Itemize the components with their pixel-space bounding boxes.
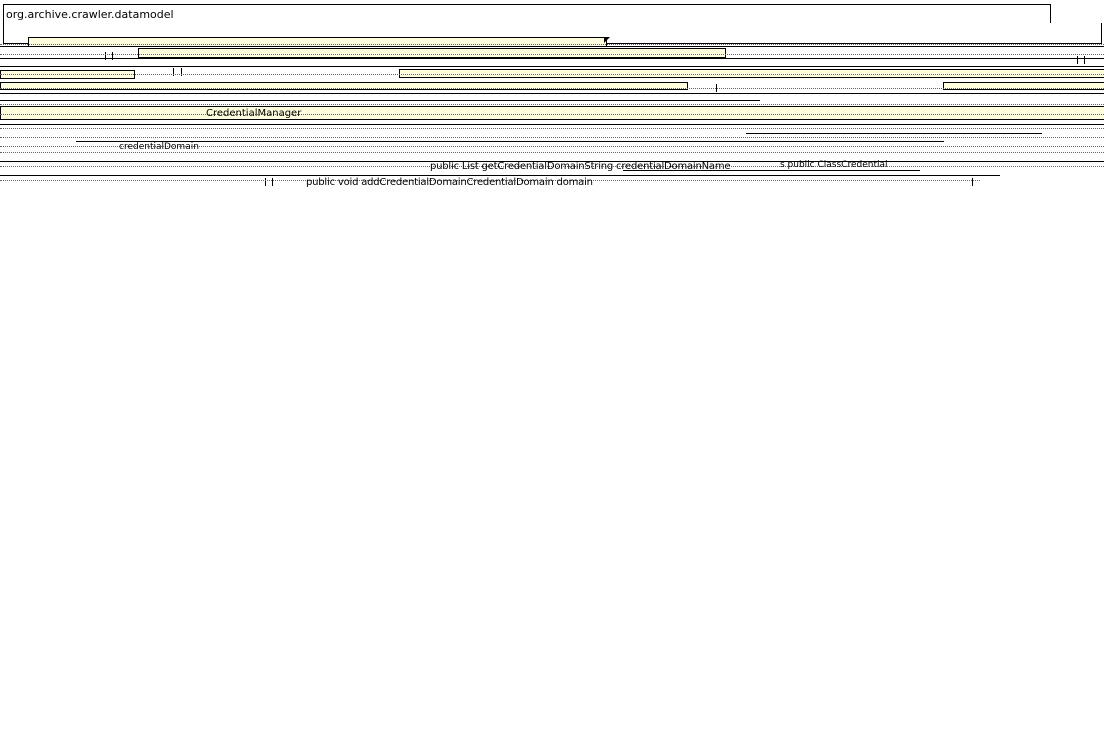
note-box-2 [138, 48, 726, 58]
tick [1084, 56, 1085, 64]
connector-line [0, 100, 760, 101]
field-label: s public ClassCredential [780, 160, 888, 170]
dotted-row [0, 152, 1104, 153]
package-title: org.archive.crawler.datamodel [6, 8, 174, 21]
dotted-row [0, 88, 1104, 89]
dotted-row [0, 54, 1104, 55]
connector-line [0, 175, 1000, 176]
connector-line [0, 124, 1104, 125]
dotted-row [0, 104, 1104, 105]
dotted-row [0, 44, 1104, 45]
connector-line [0, 93, 1104, 94]
connector-line [0, 66, 1104, 67]
tick [1077, 56, 1078, 64]
note-box-1-fold [604, 37, 610, 43]
field-label: credentialDomain [119, 142, 199, 152]
connector-line [0, 46, 1104, 47]
note-box-7 [0, 106, 1104, 120]
class-name-label: CredentialManager [206, 108, 302, 119]
dotted-row [0, 114, 1104, 115]
connector-line [746, 133, 1042, 134]
dotted-row [0, 128, 1104, 129]
dotted-row [0, 137, 1104, 138]
dotted-row [0, 74, 1104, 75]
connector-line [76, 141, 944, 142]
method-signature: public List getCredentialDomainString cr… [430, 161, 731, 172]
connector-line [0, 58, 1104, 59]
method-signature: public void addCredentialDomainCredentia… [306, 177, 593, 188]
